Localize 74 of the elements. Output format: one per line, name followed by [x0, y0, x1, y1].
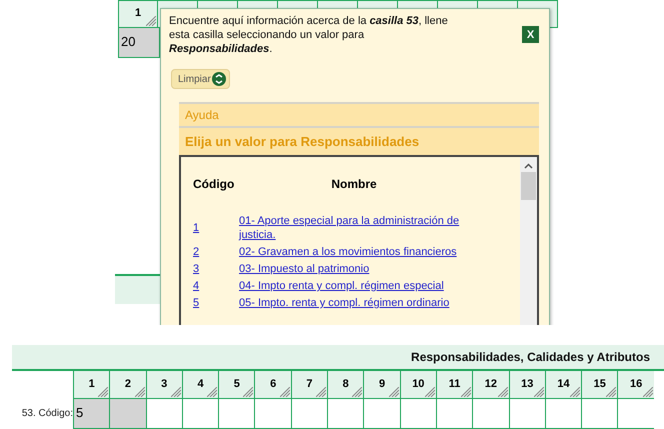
scroll-up-icon[interactable] — [524, 163, 533, 169]
hatch-icon — [146, 16, 156, 26]
recycle-icon — [212, 72, 226, 86]
column-header: 11 — [436, 371, 472, 398]
input-field[interactable] — [109, 398, 146, 429]
input-field[interactable] — [182, 398, 218, 429]
hatch-icon — [98, 387, 108, 397]
input-field[interactable] — [254, 398, 291, 429]
code-link[interactable]: 4 — [193, 279, 239, 293]
option-link[interactable]: 02- Gravamen a los movimientos financieros — [239, 245, 469, 259]
input-field[interactable] — [544, 398, 582, 429]
column-header: 12 — [472, 371, 509, 398]
column-header: 16 — [617, 371, 654, 398]
hatch-icon — [606, 387, 616, 397]
option-link[interactable]: 04- Impto renta y compl. régimen especial — [239, 279, 469, 293]
code-link[interactable]: 3 — [193, 262, 239, 276]
option-link[interactable]: 05- Impto. renta y compl. régimen ordinario — [239, 296, 469, 310]
hatch-icon — [316, 387, 326, 397]
column-header: 3 — [146, 371, 182, 398]
hatch-icon — [424, 387, 435, 397]
column-header: 4 — [182, 371, 218, 398]
row-label: 53. Código: — [20, 407, 73, 421]
option-link[interactable]: 01- Aporte especial para la administración de justicia. — [239, 214, 469, 242]
column-header: 1 — [73, 371, 110, 398]
column-header: Código — [193, 177, 236, 191]
column-header: 7 — [290, 371, 328, 398]
column-header: 14 — [544, 371, 582, 398]
input-field[interactable] — [290, 398, 328, 429]
hatch-icon — [642, 387, 653, 397]
hatch-icon — [498, 387, 508, 397]
input-field[interactable] — [363, 398, 400, 429]
scroll-thumb[interactable] — [521, 172, 536, 200]
section-band — [115, 274, 160, 304]
hatch-icon — [461, 387, 472, 397]
input-field[interactable] — [581, 398, 618, 429]
input-field[interactable] — [327, 398, 364, 429]
input-field[interactable] — [400, 398, 436, 429]
hatch-icon — [170, 387, 181, 397]
column-header: 6 — [254, 371, 291, 398]
input-field[interactable] — [146, 398, 182, 429]
input-field[interactable] — [617, 398, 654, 429]
column-header: 2 — [109, 371, 146, 398]
hatch-icon — [280, 387, 290, 397]
hatch-icon — [243, 387, 254, 397]
clear-button[interactable]: Limpiar — [171, 69, 230, 89]
input-field[interactable] — [472, 398, 509, 429]
input-field[interactable] — [436, 398, 472, 429]
column-header: 5 — [218, 371, 254, 398]
hatch-icon — [570, 387, 580, 397]
option-link[interactable]: 03- Impuesto al patrimonio — [239, 262, 469, 276]
column-header: 8 — [327, 371, 364, 398]
code-link[interactable]: 5 — [193, 296, 239, 310]
scrollbar[interactable] — [520, 157, 537, 325]
code-link[interactable]: 1 — [193, 221, 239, 235]
intro-text: Encuentre aquí información acerca de la casilla 53, llene esta casilla seleccionando un valor para Responsabilidades. — [169, 14, 449, 56]
input-field[interactable] — [508, 398, 545, 429]
hatch-icon — [388, 387, 399, 397]
column-header: 10 — [400, 371, 436, 398]
list-title: Elija un valor para Responsabilidades — [179, 126, 539, 155]
hatch-icon — [134, 387, 145, 397]
column-header: Nombre — [330, 177, 378, 191]
input-field[interactable]: 5 — [73, 398, 110, 429]
section-title: Responsabilidades, Calidades y Atributos — [411, 350, 650, 364]
column-header: 13 — [508, 371, 545, 398]
hatch-icon — [207, 387, 218, 397]
column-header: 1 — [118, 0, 158, 28]
hatch-icon — [534, 387, 544, 397]
close-button[interactable]: X — [522, 26, 539, 43]
column-header: 9 — [363, 371, 400, 398]
code-link[interactable]: 2 — [193, 245, 239, 259]
value-cell: 20 — [118, 28, 160, 58]
column-header: 15 — [581, 371, 618, 398]
input-field[interactable] — [218, 398, 254, 429]
hatch-icon — [352, 387, 362, 397]
